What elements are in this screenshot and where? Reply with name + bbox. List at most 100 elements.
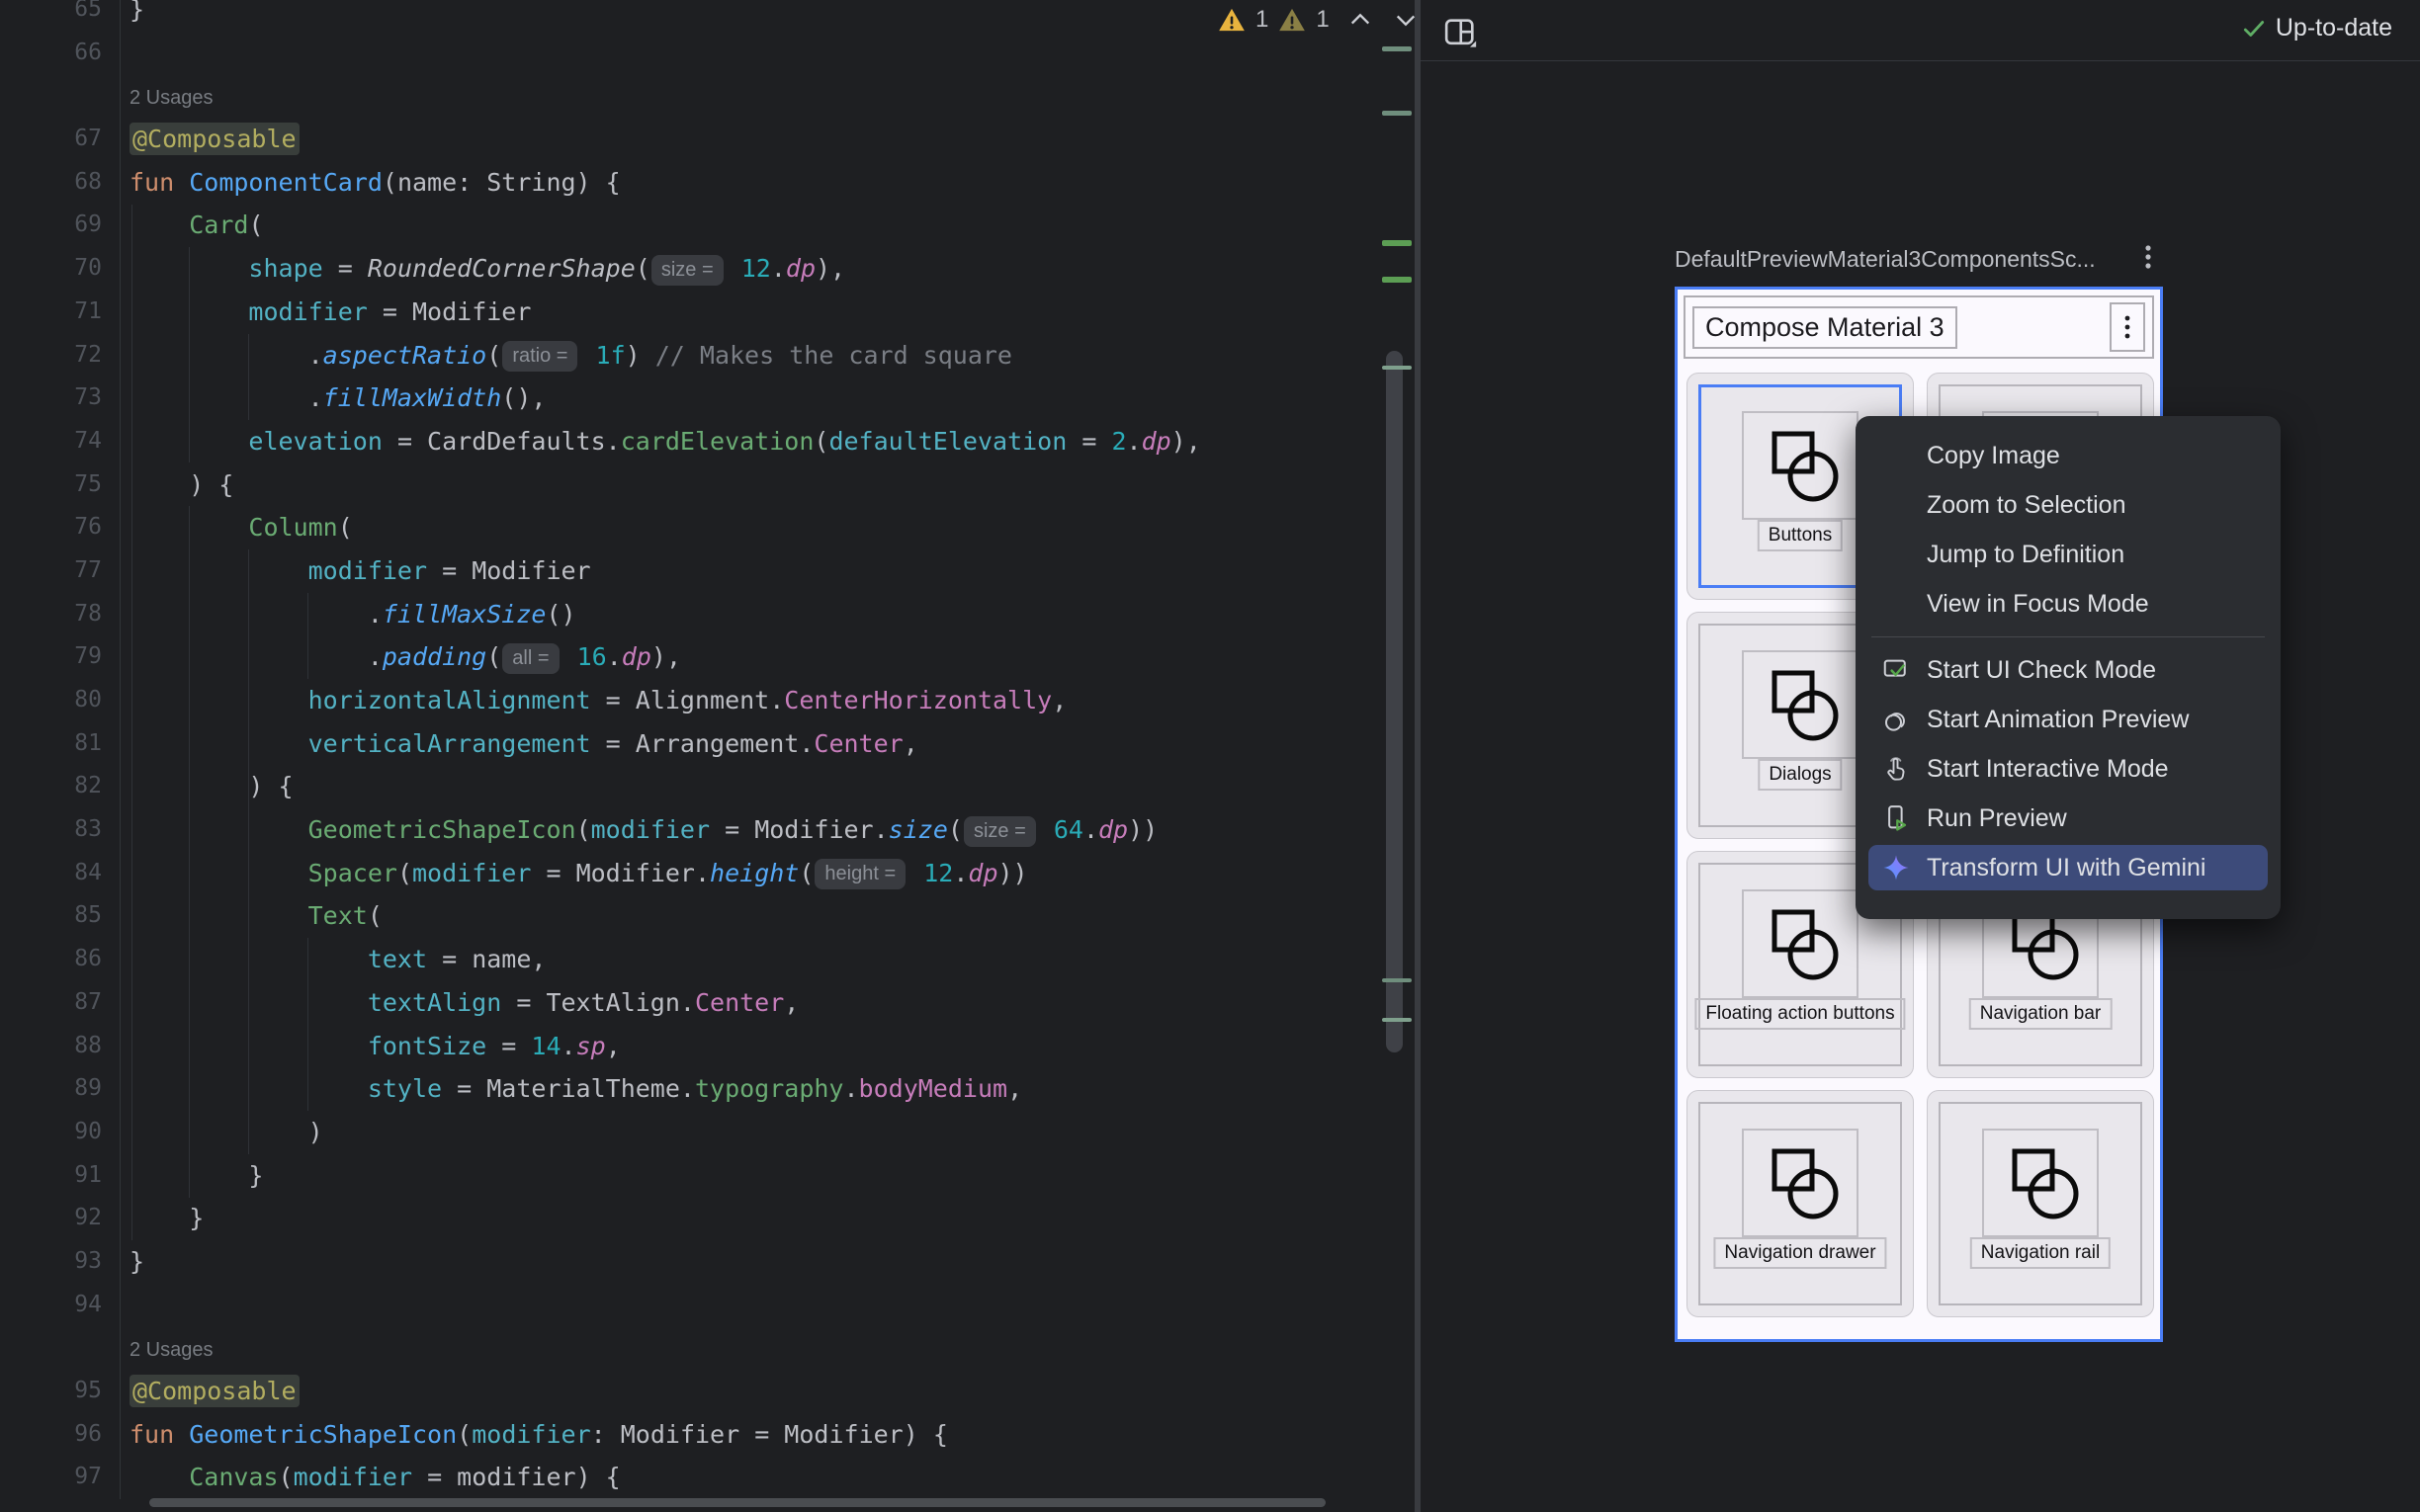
usage-hint-row: 2 Usages	[0, 1326, 1415, 1370]
geometric-shape-icon	[1742, 650, 1858, 759]
inlay-hint-chip: all =	[502, 643, 559, 674]
ui-check-icon	[1881, 655, 1911, 685]
preview-name: DefaultPreviewMaterial3ComponentsSc...	[1675, 246, 2133, 273]
preview-title-row: DefaultPreviewMaterial3ComponentsSc...	[1675, 242, 2163, 277]
menu-item-label: Zoom to Selection	[1927, 491, 2126, 520]
code-line: 77 modifier = Modifier	[0, 549, 1415, 593]
line-number: 89	[0, 1067, 121, 1111]
line-number: 91	[0, 1154, 121, 1198]
code-line: 66	[0, 32, 1415, 75]
warning-count: 1	[1255, 6, 1268, 34]
line-number: 78	[0, 593, 121, 636]
line-number	[0, 74, 121, 118]
code-line: 90 )	[0, 1111, 1415, 1154]
line-number: 68	[0, 161, 121, 205]
geometric-shape-icon	[1982, 1129, 2099, 1237]
geometric-shape-icon	[1742, 1129, 1858, 1237]
menu-item-transform-ui-with-gemini[interactable]: Transform UI with Gemini	[1856, 843, 2281, 892]
menu-separator	[1871, 636, 2265, 637]
code-line: 86 text = name,	[0, 938, 1415, 981]
component-label: Floating action buttons	[1694, 998, 1905, 1030]
code-line: 79 .padding(all = 16.dp),	[0, 635, 1415, 679]
line-number: 85	[0, 894, 121, 938]
line-number: 95	[0, 1370, 121, 1413]
menu-item-label: Jump to Definition	[1927, 541, 2124, 569]
menu-item-view-in-focus-mode[interactable]: View in Focus Mode	[1856, 579, 2281, 629]
line-number: 86	[0, 938, 121, 981]
component-label: Dialogs	[1758, 759, 1842, 791]
error-stripe-mark	[1382, 978, 1412, 982]
code-line: 72 .aspectRatio(ratio = 1f) // Makes the…	[0, 334, 1415, 378]
code-line: 95@Composable	[0, 1370, 1415, 1413]
editor-scrollbar-thumb[interactable]	[1386, 351, 1403, 1052]
code-line: 97 Canvas(modifier = modifier) {	[0, 1456, 1415, 1499]
menu-item-start-ui-check-mode[interactable]: Start UI Check Mode	[1856, 645, 2281, 695]
code-line: 73 .fillMaxWidth(),	[0, 377, 1415, 420]
line-number: 82	[0, 765, 121, 808]
code-line: 94	[0, 1284, 1415, 1327]
line-number: 92	[0, 1197, 121, 1240]
inlay-hint-chip: height =	[815, 859, 906, 889]
editor-scrollbar-track[interactable]	[1347, 0, 1381, 1512]
code-line: 91 }	[0, 1154, 1415, 1198]
line-number: 65	[0, 0, 121, 32]
check-icon	[2241, 17, 2267, 41]
component-cell-navigation-rail[interactable]: Navigation rail	[1927, 1090, 2154, 1317]
usages-hint[interactable]: 2 Usages	[130, 1339, 214, 1361]
previous-issue-chevron-icon[interactable]	[1345, 7, 1375, 33]
code-line: 67@Composable	[0, 118, 1415, 161]
code-editor[interactable]: 65}662 Usages67@Composable68fun Componen…	[0, 0, 1415, 1512]
code-line: 65}	[0, 0, 1415, 32]
line-number: 74	[0, 420, 121, 463]
code-line: 87 textAlign = TextAlign.Center,	[0, 981, 1415, 1025]
menu-item-run-preview[interactable]: Run Preview	[1856, 794, 2281, 843]
line-number: 76	[0, 506, 121, 549]
line-number: 93	[0, 1240, 121, 1284]
weak-warning-count: 1	[1316, 6, 1329, 34]
code-line: 75 ) {	[0, 463, 1415, 507]
line-number: 75	[0, 463, 121, 507]
menu-item-start-interactive-mode[interactable]: Start Interactive Mode	[1856, 744, 2281, 794]
editor-horizontal-scrollbar[interactable]	[149, 1498, 1326, 1507]
animation-icon	[1881, 705, 1911, 734]
next-issue-chevron-icon[interactable]	[1391, 7, 1415, 33]
line-number: 67	[0, 118, 121, 161]
inlay-hint-chip: ratio =	[502, 341, 577, 372]
code-line: 70 shape = RoundedCornerShape(size = 12.…	[0, 247, 1415, 291]
code-line: 71 modifier = Modifier	[0, 291, 1415, 334]
component-label: Navigation bar	[1969, 998, 2113, 1030]
inlay-hint-chip: size =	[964, 816, 1036, 847]
code-line: 80 horizontalAlignment = Alignment.Cente…	[0, 679, 1415, 722]
code-line: 69 Card(	[0, 204, 1415, 247]
editor-code: 65}662 Usages67@Composable68fun Componen…	[0, 0, 1415, 1499]
line-number: 83	[0, 808, 121, 852]
code-line: 89 style = MaterialTheme.typography.body…	[0, 1067, 1415, 1111]
warning-icon	[1218, 7, 1246, 33]
error-stripe-mark	[1382, 240, 1412, 246]
code-line: 76 Column(	[0, 506, 1415, 549]
component-cell-navigation-drawer[interactable]: Navigation drawer	[1686, 1090, 1914, 1317]
menu-item-jump-to-definition[interactable]: Jump to Definition	[1856, 530, 2281, 579]
error-stripe-mark	[1382, 366, 1412, 370]
line-number: 79	[0, 635, 121, 679]
code-line: 82 ) {	[0, 765, 1415, 808]
component-label: Buttons	[1758, 520, 1843, 551]
preview-context-menu: Copy Image Zoom to Selection Jump to Defin…	[1856, 416, 2281, 919]
code-line: 85 Text(	[0, 894, 1415, 938]
line-number: 97	[0, 1456, 121, 1499]
line-number: 66	[0, 32, 121, 75]
line-number: 70	[0, 247, 121, 291]
line-number: 72	[0, 334, 121, 378]
inspection-widget[interactable]: 1 1	[1218, 6, 1415, 34]
layout-mode-button[interactable]	[1438, 12, 1482, 53]
menu-item-zoom-to-selection[interactable]: Zoom to Selection	[1856, 480, 2281, 530]
usages-hint[interactable]: 2 Usages	[130, 87, 214, 109]
menu-item-label: Start Interactive Mode	[1927, 755, 2169, 784]
menu-item-copy-image[interactable]: Copy Image	[1856, 431, 2281, 480]
menu-item-label: Start Animation Preview	[1927, 706, 2189, 734]
menu-item-start-animation-preview[interactable]: Start Animation Preview	[1856, 695, 2281, 744]
code-line: 81 verticalArrangement = Arrangement.Cen…	[0, 722, 1415, 766]
preview-options-kebab-icon[interactable]	[2133, 242, 2163, 277]
inlay-hint-chip: size =	[651, 255, 724, 286]
menu-item-label: Transform UI with Gemini	[1927, 854, 2205, 882]
